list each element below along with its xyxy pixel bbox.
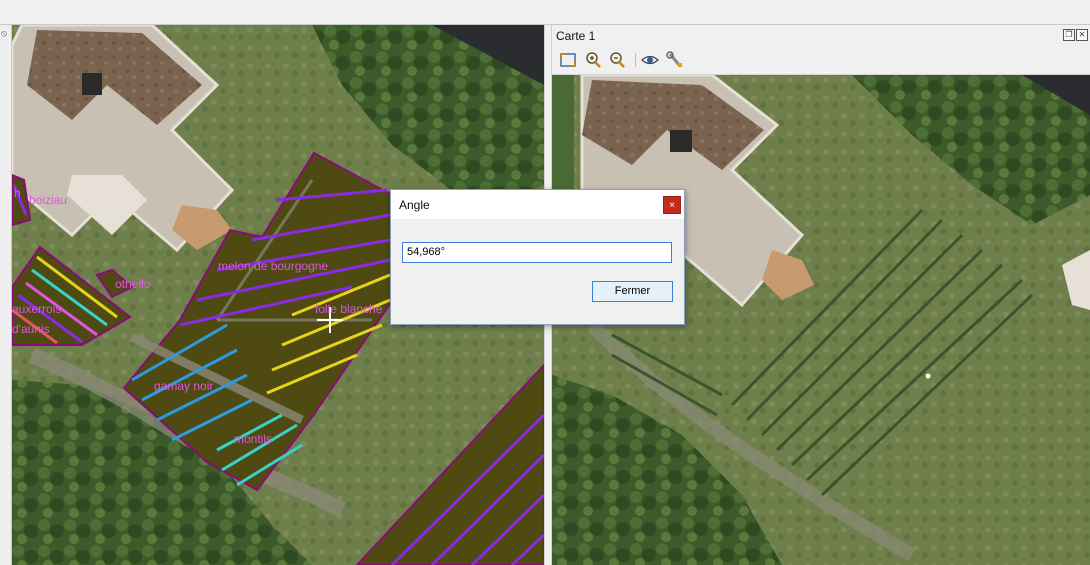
dialog-titlebar[interactable]: Angle × [391, 190, 684, 219]
label-boiziau: boiziau [29, 193, 67, 207]
zoom-in-icon[interactable] [583, 51, 603, 69]
angle-value-field[interactable]: 54,968° [402, 242, 672, 263]
layer-visibility-icon[interactable] [640, 51, 660, 69]
close-dialog-button[interactable]: Fermer [592, 281, 673, 302]
label-montils: montils [234, 432, 272, 446]
restore-icon[interactable]: ❐ [1063, 29, 1075, 41]
settings-wrench-icon[interactable] [665, 51, 685, 69]
dialog-title: Angle [399, 198, 430, 212]
toolbar-separator [635, 53, 636, 67]
label-h: h [14, 186, 21, 200]
label-gamay-noir: gamay noir [154, 379, 213, 393]
angle-dialog: Angle × 54,968° Fermer [390, 189, 685, 325]
dialog-close-button[interactable]: × [663, 196, 681, 214]
map-point-marker [925, 373, 931, 379]
zoom-full-icon[interactable] [558, 51, 578, 69]
zoom-out-icon[interactable] [607, 51, 627, 69]
close-icon[interactable]: ✕ [1076, 29, 1088, 41]
app-top-bar [0, 0, 1090, 25]
label-melon-de-bourgogne: melon de bourgogne [218, 259, 328, 273]
dock-handle-icon[interactable]: ⦸ [1, 28, 9, 38]
label-daunis: d'aunis [12, 322, 50, 336]
label-auxerrois: auxerrois [12, 302, 61, 316]
label-othello: othello [115, 277, 151, 291]
left-dock-strip: ⦸ [0, 25, 12, 565]
map-panel-header: Carte 1 ❐ ✕ [552, 25, 1090, 47]
map-panel-toolbar [552, 47, 1090, 75]
label-folle-blanche: folle blanche [315, 302, 383, 316]
map-panel-title: Carte 1 [556, 29, 596, 43]
